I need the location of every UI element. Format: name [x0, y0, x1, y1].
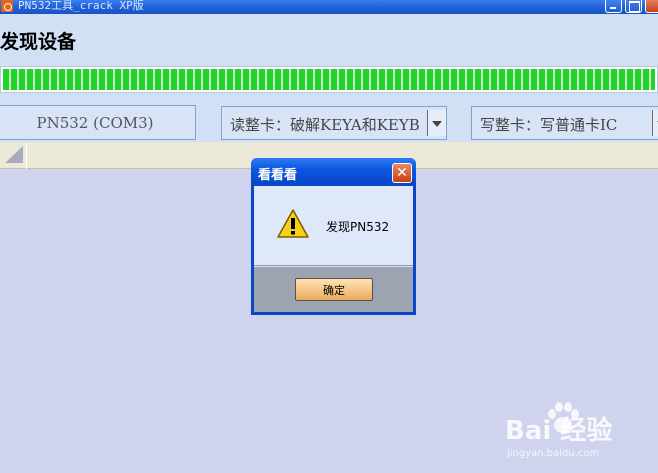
message-dialog: 看看看 ✕ 发现PN532 确定	[251, 158, 416, 315]
write-mode-select[interactable]: 写整卡：写普通卡IC	[471, 106, 658, 140]
read-mode-select[interactable]: 读整卡：破解KEYA和KEYB	[221, 106, 447, 140]
dialog-button-area: 确定	[254, 267, 413, 312]
progress-bar	[0, 66, 658, 93]
window-close-button[interactable]	[645, 0, 658, 13]
port-display[interactable]: PN532 (COM3)	[0, 105, 196, 140]
window-title: PN532工具_crack XP版	[18, 0, 144, 12]
write-mode-value: 写整卡：写普通卡IC	[480, 116, 618, 134]
dialog-body: 发现PN532 确定	[254, 186, 413, 312]
dialog-close-button[interactable]: ✕	[392, 163, 412, 183]
dialog-message-area: 发现PN532	[254, 186, 413, 266]
chevron-down-icon[interactable]	[427, 110, 446, 136]
header-panel: 发现设备 PN532 (COM3) 读整卡：破解KEYA和KEYB 写整卡：写普…	[0, 14, 658, 142]
baidu-watermark: Bai 经验 jingyan.baidu.com	[505, 398, 655, 470]
watermark-url: jingyan.baidu.com	[507, 448, 600, 459]
minimize-button[interactable]	[605, 0, 622, 13]
dialog-titlebar[interactable]: 看看看 ✕	[251, 158, 416, 186]
status-text: 发现设备	[0, 31, 77, 53]
maximize-button[interactable]	[625, 0, 642, 13]
dialog-title: 看看看	[258, 168, 298, 183]
toolbar-separator	[26, 142, 27, 169]
read-mode-value: 读整卡：破解KEYA和KEYB	[230, 116, 420, 134]
dialog-message: 发现PN532	[326, 220, 390, 234]
progress-fill	[3, 69, 655, 90]
window-titlebar[interactable]: PN532工具_crack XP版	[0, 0, 658, 14]
warning-icon	[277, 209, 309, 238]
ok-button[interactable]: 确定	[295, 278, 373, 301]
resize-grip-icon[interactable]	[5, 146, 23, 163]
watermark-logo: Bai 经验	[505, 416, 613, 446]
app-icon	[1, 0, 13, 12]
chevron-down-icon[interactable]	[652, 110, 658, 136]
